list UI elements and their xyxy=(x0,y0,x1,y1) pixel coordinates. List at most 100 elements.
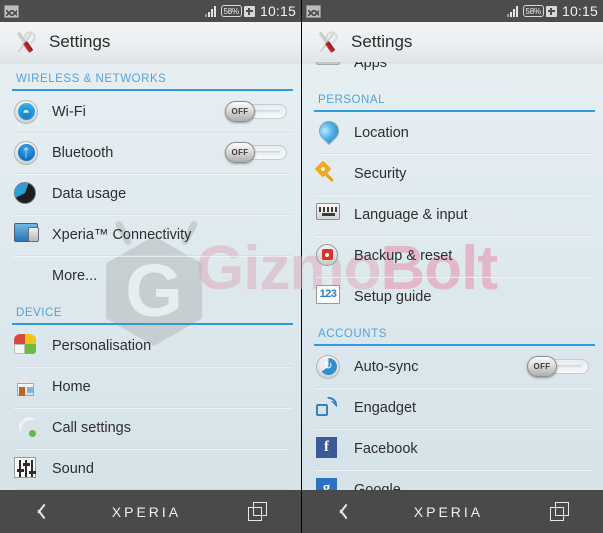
list-item-label: Sound xyxy=(52,460,94,477)
auto-sync-toggle[interactable]: OFF xyxy=(527,356,589,377)
section-header-accounts: ACCOUNTS xyxy=(318,328,387,340)
list-item-bluetooth[interactable]: ᛏ Bluetooth OFF xyxy=(0,132,301,173)
battery-percent: 58% xyxy=(220,5,242,17)
list-item-engadget[interactable]: Engadget xyxy=(302,387,603,428)
signal-bars-icon xyxy=(204,5,216,17)
list-item-label: Engadget xyxy=(354,399,417,416)
right-phone-screen: 58% 10:15 Settings Apps PERSONAL Locatio… xyxy=(302,0,603,533)
status-bar-notifications xyxy=(306,4,321,18)
list-item-label: Xperia™ Connectivity xyxy=(52,226,192,243)
photo-icon xyxy=(306,4,321,18)
status-bar-notifications xyxy=(4,4,19,18)
engadget-icon xyxy=(316,396,340,420)
sound-icon xyxy=(14,456,38,481)
back-chevron-icon[interactable] xyxy=(34,502,45,521)
settings-list-left[interactable]: WIRELESS & NETWORKS ◓ Wi-Fi OFF ᛏ Blueto… xyxy=(0,62,301,490)
list-item-apps-partial[interactable]: Apps xyxy=(302,62,603,83)
section-header-personal: PERSONAL xyxy=(318,94,386,106)
home-icon xyxy=(14,374,38,399)
list-item-label: Security xyxy=(354,165,407,182)
list-item-wifi[interactable]: ◓ Wi-Fi OFF xyxy=(0,91,301,132)
section-header-device: DEVICE xyxy=(16,307,63,319)
list-item-label: Backup & reset xyxy=(354,247,453,264)
list-item-label: Facebook xyxy=(354,440,418,457)
list-item-auto-sync[interactable]: ↻ Auto-sync OFF xyxy=(302,346,603,387)
status-bar-clock: 10:15 xyxy=(561,3,598,19)
status-bar-right: 58% 10:15 xyxy=(302,0,603,22)
xperia-brand: XPERIA xyxy=(111,503,182,520)
apps-icon xyxy=(316,62,340,75)
status-bar-system: 58% 10:15 xyxy=(204,3,296,19)
list-item-facebook[interactable]: f Facebook xyxy=(302,428,603,469)
list-item-label: More... xyxy=(52,267,98,284)
wifi-icon: ◓ xyxy=(14,99,38,124)
tools-icon xyxy=(314,30,338,54)
action-bar-right: Settings xyxy=(302,22,603,62)
list-item-label: Location xyxy=(354,124,409,141)
data-usage-icon xyxy=(14,181,38,206)
list-item-label: Call settings xyxy=(52,419,131,436)
list-item-xperia-connectivity[interactable]: Xperia™ Connectivity xyxy=(0,214,301,255)
facebook-icon: f xyxy=(316,436,340,461)
battery-charging-icon xyxy=(545,5,557,17)
page-title: Settings xyxy=(49,32,111,51)
xperia-connectivity-icon xyxy=(14,222,39,247)
location-icon xyxy=(316,121,340,145)
list-item-label: Home xyxy=(52,378,91,395)
list-item-label: Language & input xyxy=(354,206,468,223)
list-item-google[interactable]: g Google xyxy=(302,469,603,490)
settings-list-right[interactable]: Apps PERSONAL Location Security Language… xyxy=(302,62,603,490)
auto-sync-icon: ↻ xyxy=(316,354,340,379)
list-item-label: Wi-Fi xyxy=(52,103,86,120)
list-item-label: Setup guide xyxy=(354,288,432,305)
recents-icon[interactable] xyxy=(248,502,268,521)
toggle-knob[interactable]: OFF xyxy=(225,142,255,163)
google-icon: g xyxy=(316,477,340,490)
signal-bars-icon xyxy=(506,5,518,17)
toggle-knob[interactable]: OFF xyxy=(527,356,557,377)
toggle-knob[interactable]: OFF xyxy=(225,101,255,122)
screenshot-stage: G GizmoBolt 58% 10:15 Settings WIRELESS … xyxy=(0,0,603,533)
battery-indicator: 58% xyxy=(220,5,255,17)
call-settings-icon xyxy=(14,413,38,440)
wifi-toggle[interactable]: OFF xyxy=(225,101,287,122)
nav-bar-left[interactable]: XPERIA xyxy=(0,490,301,533)
battery-percent: 58% xyxy=(522,5,544,17)
status-bar-system: 58% 10:15 xyxy=(506,3,598,19)
left-phone-screen: 58% 10:15 Settings WIRELESS & NETWORKS ◓… xyxy=(0,0,302,533)
page-title: Settings xyxy=(351,32,413,51)
list-item-label: Google xyxy=(354,481,401,491)
battery-indicator: 58% xyxy=(522,5,557,17)
list-item-label: Bluetooth xyxy=(52,144,114,161)
backup-reset-icon xyxy=(316,243,340,268)
bluetooth-toggle[interactable]: OFF xyxy=(225,142,287,163)
back-chevron-icon[interactable] xyxy=(336,502,347,521)
list-item-more[interactable]: More... xyxy=(0,255,301,296)
bluetooth-icon: ᛏ xyxy=(14,140,38,165)
list-item-location[interactable]: Location xyxy=(302,112,603,153)
battery-charging-icon xyxy=(243,5,255,17)
list-item-label: Personalisation xyxy=(52,337,152,354)
status-bar-clock: 10:15 xyxy=(259,3,296,19)
list-item-security[interactable]: Security xyxy=(302,153,603,194)
list-item-home[interactable]: Home xyxy=(0,366,301,407)
list-item-label: Apps xyxy=(354,62,388,71)
personalisation-icon xyxy=(14,333,38,358)
list-item-sound[interactable]: Sound xyxy=(0,448,301,489)
xperia-brand: XPERIA xyxy=(413,503,484,520)
list-item-data-usage[interactable]: Data usage xyxy=(0,173,301,214)
list-item-label: Auto-sync xyxy=(354,358,419,375)
list-item-personalisation[interactable]: Personalisation xyxy=(0,325,301,366)
list-item-label: Data usage xyxy=(52,185,127,202)
status-bar-left: 58% 10:15 xyxy=(0,0,301,22)
keyboard-icon xyxy=(316,202,340,227)
action-bar-left: Settings xyxy=(0,22,301,62)
tools-icon xyxy=(12,30,36,54)
list-item-setup-guide[interactable]: 123 Setup guide xyxy=(302,276,603,317)
list-item-call-settings[interactable]: Call settings xyxy=(0,407,301,448)
setup-guide-icon: 123 xyxy=(316,284,340,309)
nav-bar-right[interactable]: XPERIA xyxy=(302,490,603,533)
recents-icon[interactable] xyxy=(550,502,570,521)
list-item-language-input[interactable]: Language & input xyxy=(302,194,603,235)
list-item-backup-reset[interactable]: Backup & reset xyxy=(302,235,603,276)
